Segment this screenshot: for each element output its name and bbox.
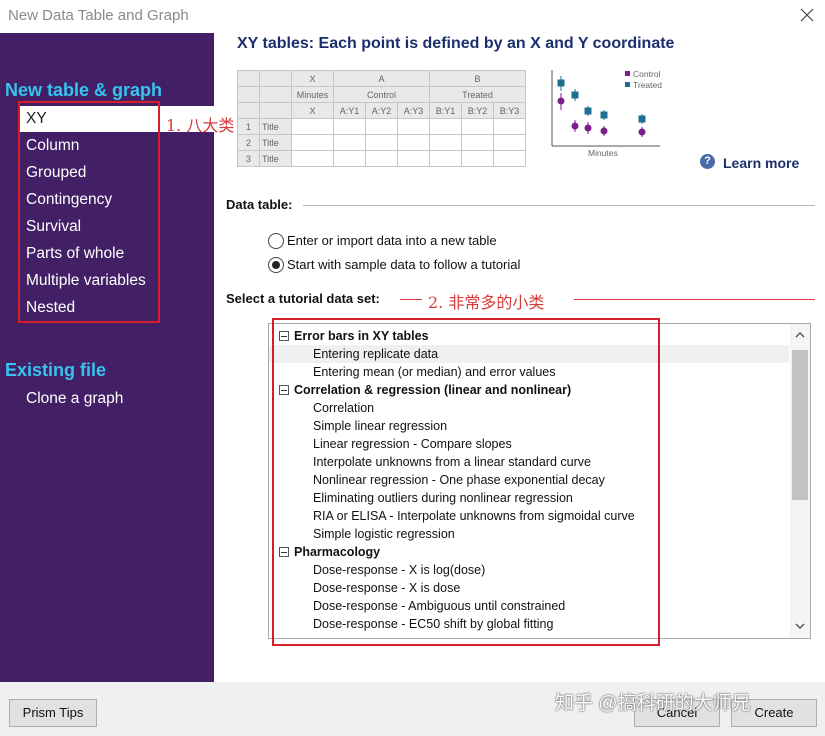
preview-group-a-header: A [333, 70, 430, 87]
preview-row-num: 1 [237, 118, 260, 135]
legend-swatch-treated [625, 82, 630, 87]
preview-row-num: 3 [237, 150, 260, 167]
preview-col-b1: B:Y1 [429, 102, 462, 119]
preview-table: X A B Minutes Control Treated X A:Y1 A:Y… [237, 70, 526, 167]
preview-a-subheader: Control [333, 86, 430, 103]
chevron-up-icon[interactable] [795, 330, 805, 340]
preview-col-b3: B:Y3 [493, 102, 526, 119]
preview-group-b-header: B [429, 70, 526, 87]
close-icon[interactable] [797, 4, 817, 26]
chevron-down-icon[interactable] [795, 621, 805, 631]
prism-tips-button[interactable]: Prism Tips [9, 699, 97, 727]
preview-row-title: Title [259, 150, 292, 167]
radio-button-checked[interactable] [268, 257, 284, 273]
preview-col-a2: A:Y2 [365, 102, 398, 119]
annotation-label-categories: 1. 八大类 [166, 116, 235, 135]
page-title: XY tables: Each point is defined by an X… [237, 35, 675, 52]
tutorial-label: Select a tutorial data set: [226, 291, 380, 306]
learn-more-link[interactable]: Learn more [723, 155, 799, 171]
radio-label: Enter or import data into a new table [287, 233, 497, 248]
preview-row-num: 2 [237, 134, 260, 151]
new-data-table-dialog: New Data Table and Graph New table & gra… [0, 0, 825, 736]
legend-label-treated: Treated [633, 80, 662, 90]
data-table-label: Data table: [226, 197, 293, 212]
preview-col-a3: A:Y3 [397, 102, 430, 119]
preview-col-b2: B:Y2 [461, 102, 494, 119]
watermark: 知乎 @搞科研的大师兄 [555, 693, 751, 714]
annotation-leader-line [400, 299, 422, 300]
annotation-tail-line [574, 299, 815, 300]
title-bar: New Data Table and Graph [0, 0, 825, 33]
preview-b-subheader: Treated [429, 86, 526, 103]
preview-row-title: Title [259, 118, 292, 135]
scrollbar-thumb[interactable] [792, 350, 808, 500]
radio-label: Start with sample data to follow a tutor… [287, 257, 521, 272]
xy-preview-chart: Control Treated Minutes [551, 69, 662, 158]
preview-x-cell: X [291, 102, 334, 119]
annotation-box-subtypes [272, 318, 660, 646]
chart-xlabel: Minutes [588, 148, 618, 158]
radio-button-unchecked[interactable] [268, 233, 284, 249]
section-divider [303, 205, 815, 206]
legend-label-control: Control [633, 69, 661, 79]
sidebar-heading-existing: Existing file [5, 360, 107, 380]
preview-x-header: X [291, 70, 334, 87]
window-title: New Data Table and Graph [8, 7, 189, 24]
preview-x-subheader: Minutes [291, 86, 334, 103]
vertical-scrollbar[interactable] [790, 324, 810, 638]
annotation-box-categories [18, 101, 160, 323]
sidebar-heading-new: New table & graph [5, 80, 163, 100]
sidebar-item-clone-graph[interactable]: Clone a graph [18, 386, 214, 412]
help-icon[interactable]: ? [700, 154, 715, 169]
legend-swatch-control [625, 71, 630, 76]
annotation-label-subtypes: 2. 非常多的小类 [428, 293, 545, 312]
preview-col-a1: A:Y1 [333, 102, 366, 119]
preview-row-title: Title [259, 134, 292, 151]
